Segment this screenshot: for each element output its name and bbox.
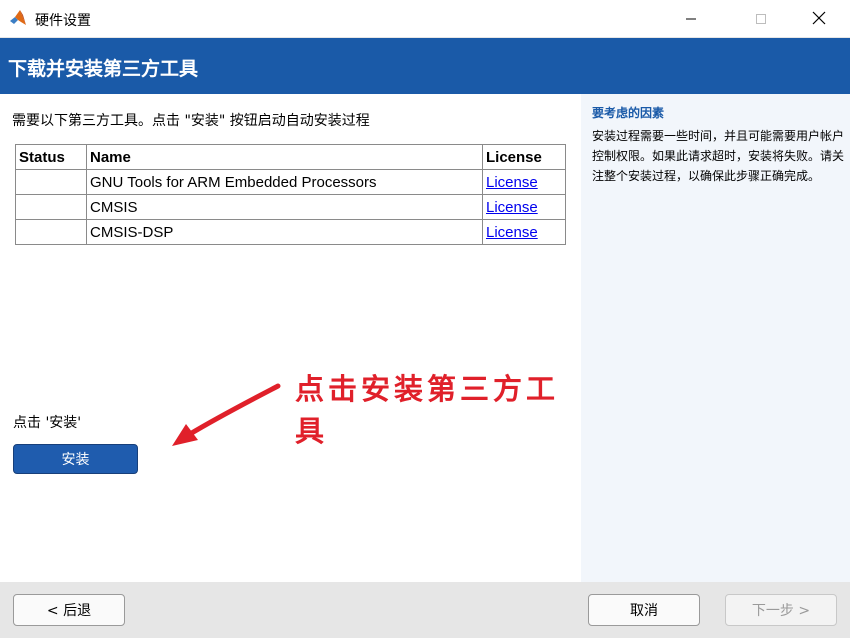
considerations-title: 要考虑的因素 — [592, 106, 665, 120]
page-title: 下载并安装第三方工具 — [8, 58, 199, 80]
back-button[interactable]: < 后退 — [13, 594, 125, 626]
minimize-icon — [685, 10, 697, 29]
name-cell: CMSIS — [86, 194, 483, 220]
considerations-text: 安装过程需要一些时间，并且可能需要用户帐户控制权限。如果此请求超时，安装将失败。… — [592, 129, 845, 183]
close-icon — [812, 10, 826, 29]
arrow-icon — [160, 382, 285, 456]
license-link[interactable]: License — [486, 199, 538, 216]
instructions-text: 需要以下第三方工具。点击 "安装" 按钮启动自动安装过程 — [12, 113, 370, 129]
annotation-text: 点击安装第三方工具 — [295, 372, 560, 448]
table-header-row: Status Name License — [15, 144, 566, 170]
status-cell — [15, 194, 87, 220]
table-row: CMSIS License — [15, 194, 566, 220]
tools-table: Status Name License GNU Tools for ARM Em… — [15, 144, 566, 245]
table-row: GNU Tools for ARM Embedded Processors Li… — [15, 169, 566, 195]
column-header-name: Name — [86, 144, 483, 170]
considerations-panel: 要考虑的因素 安装过程需要一些时间，并且可能需要用户帐户控制权限。如果此请求超时… — [581, 94, 850, 582]
matlab-logo-icon — [9, 9, 27, 27]
license-cell: License — [482, 194, 566, 220]
status-cell — [15, 219, 87, 245]
footer-bar: < 后退 取消 下一步 > — [0, 582, 850, 638]
license-cell: License — [482, 169, 566, 195]
install-button[interactable]: 安装 — [13, 444, 138, 474]
next-button[interactable]: 下一步 > — [725, 594, 837, 626]
status-cell — [15, 169, 87, 195]
maximize-button[interactable] — [738, 0, 784, 38]
title-bar: 硬件设置 — [0, 0, 850, 38]
maximize-icon — [755, 10, 767, 29]
column-header-license: License — [482, 144, 566, 170]
column-header-status: Status — [15, 144, 87, 170]
table-row: CMSIS-DSP License — [15, 219, 566, 245]
name-cell: CMSIS-DSP — [86, 219, 483, 245]
cancel-button[interactable]: 取消 — [588, 594, 700, 626]
header-banner: 下载并安装第三方工具 — [0, 38, 850, 94]
minimize-button[interactable] — [668, 0, 714, 38]
click-hint-label: 点击 '安装' — [13, 415, 82, 431]
main-content: 需要以下第三方工具。点击 "安装" 按钮启动自动安装过程 Status Name… — [0, 94, 581, 582]
name-cell: GNU Tools for ARM Embedded Processors — [86, 169, 483, 195]
license-link[interactable]: License — [486, 224, 538, 241]
window-title: 硬件设置 — [35, 13, 91, 29]
close-button[interactable] — [796, 0, 842, 38]
license-link[interactable]: License — [486, 174, 538, 191]
license-cell: License — [482, 219, 566, 245]
